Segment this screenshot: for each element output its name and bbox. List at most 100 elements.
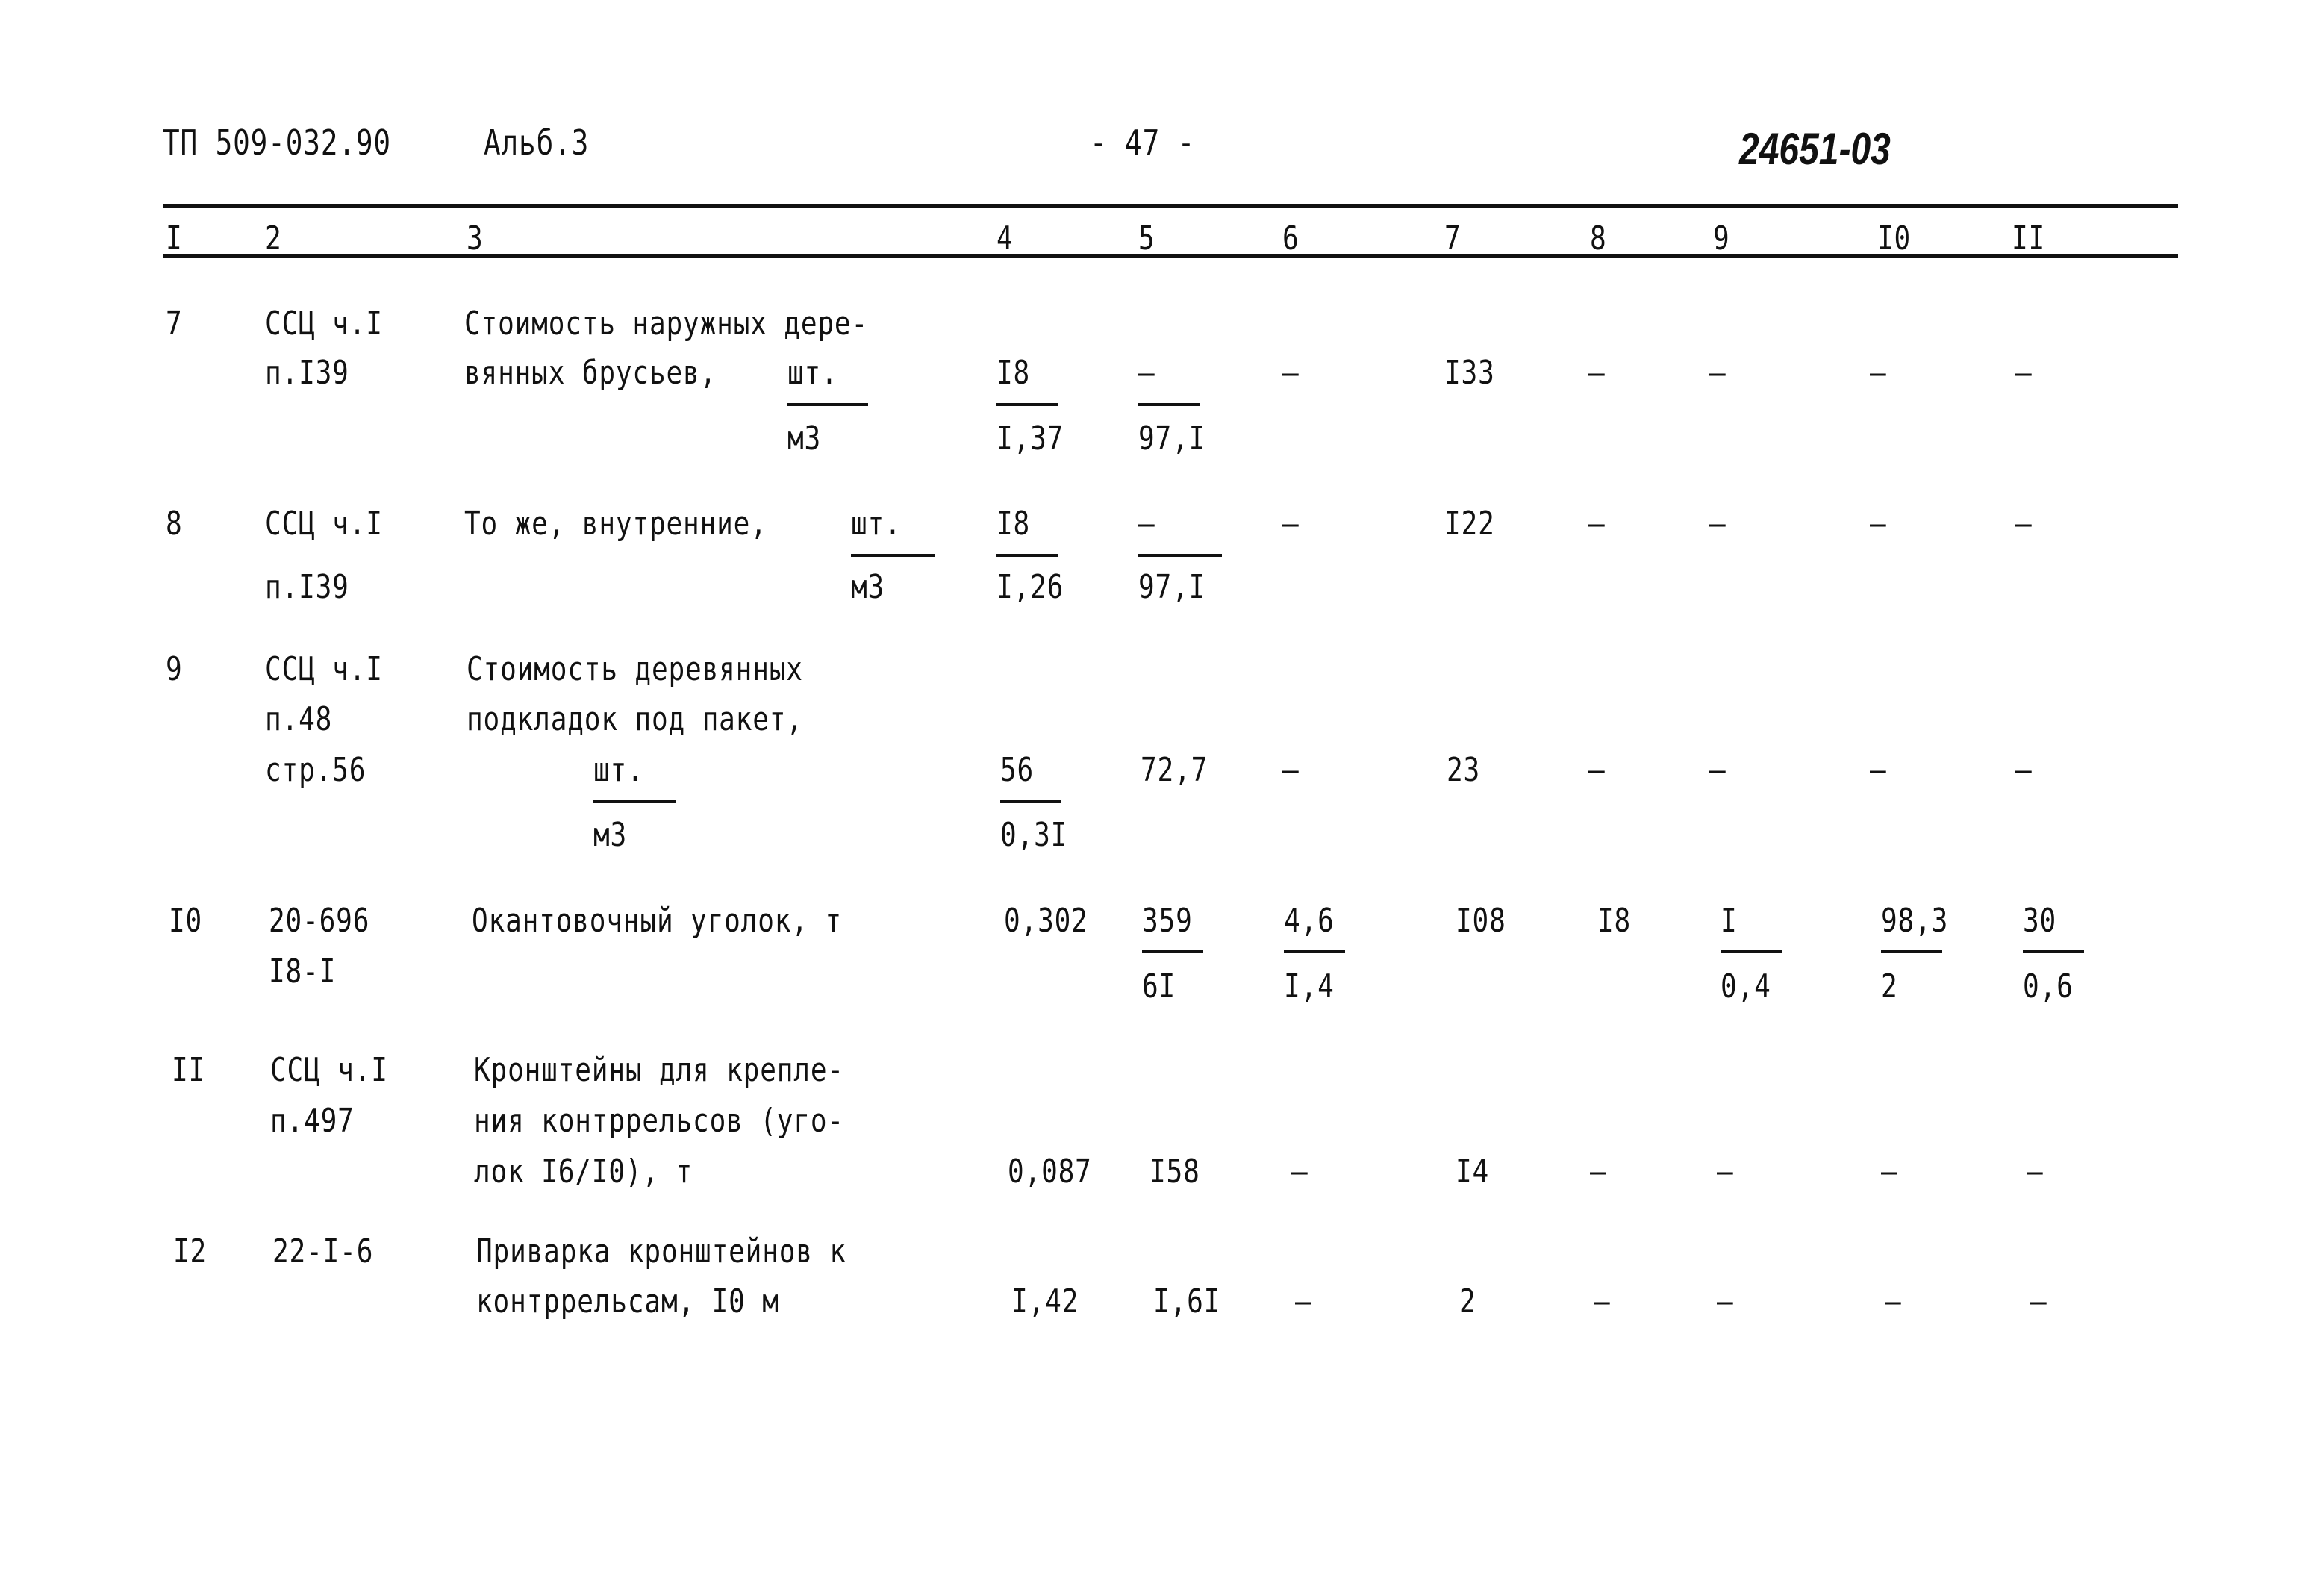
cell-c8: – (1588, 354, 1606, 392)
description: Окантовочный уголок, т (472, 902, 842, 940)
cell-c6: – (1282, 354, 1300, 392)
column-header: 6 (1282, 219, 1300, 258)
reference: стр.56 (265, 751, 366, 789)
price-denominator: 97,I (1138, 568, 1206, 606)
price-denominator: 97,I (1138, 420, 1206, 458)
column-header: 3 (467, 219, 484, 258)
row-number: 7 (166, 305, 183, 343)
row-number: I0 (169, 902, 203, 940)
column-header: 4 (996, 219, 1014, 258)
quantity-denominator: I,26 (996, 568, 1064, 606)
description: То же, внутренние, (464, 505, 767, 543)
column-header: 5 (1138, 219, 1155, 258)
cell-c9: – (1709, 354, 1726, 392)
c6-denominator: I,4 (1284, 967, 1335, 1006)
cell-c10: – (1870, 505, 1887, 543)
price-numerator: – (1138, 505, 1155, 543)
cell-c7: I22 (1444, 505, 1495, 543)
description: Стоимость деревянных (467, 650, 803, 688)
cell-c8: – (1588, 505, 1606, 543)
description: лок I6/I0), т (474, 1153, 693, 1191)
reference: ССЦ ч.I (265, 505, 383, 543)
cell-c5: 72,7 (1141, 751, 1208, 789)
reference: п.I39 (265, 354, 349, 392)
document-code: ТП 509-032.90 (163, 122, 391, 163)
fraction-bar (1881, 950, 1942, 953)
c10-denominator: 2 (1881, 967, 1898, 1006)
column-header: 2 (265, 219, 282, 258)
unit-numerator: шт. (593, 751, 644, 789)
cell-c10: – (1885, 1282, 1902, 1321)
fraction-bar (1000, 800, 1061, 803)
cell-c7: I33 (1444, 354, 1495, 392)
fraction-bar (787, 403, 868, 406)
cell-c10: – (1870, 354, 1887, 392)
quantity-numerator: I8 (996, 505, 1031, 543)
fraction-bar (1138, 554, 1222, 557)
cell-c8: – (1590, 1153, 1607, 1191)
cell-c9: – (1717, 1282, 1734, 1321)
fraction-bar (1142, 950, 1203, 953)
reference: 22-I-6 (272, 1232, 374, 1271)
reference: ССЦ ч.I (270, 1051, 388, 1089)
cell-c11: – (2015, 354, 2033, 392)
cell-c11: – (2027, 1153, 2044, 1191)
row-number: 9 (166, 650, 183, 688)
fraction-bar (2023, 950, 2084, 953)
fraction-bar (1284, 950, 1345, 953)
cell-c5: I,6I (1153, 1282, 1221, 1321)
reference: ССЦ ч.I (265, 305, 383, 343)
c11-denominator: 0,6 (2023, 967, 2074, 1006)
price-numerator: 359 (1142, 902, 1193, 940)
description: вянных брусьев, (464, 354, 717, 392)
c9-numerator: I (1721, 902, 1738, 940)
quantity-numerator: I8 (996, 354, 1031, 392)
fraction-bar (996, 554, 1058, 557)
row-number: II (172, 1051, 206, 1089)
unit-denominator: м3 (593, 816, 628, 854)
row-number: I2 (173, 1232, 208, 1271)
column-header: I (166, 219, 183, 258)
c11-numerator: 30 (2023, 902, 2057, 940)
c6-numerator: 4,6 (1284, 902, 1335, 940)
description: Стоимость наружных дере- (464, 305, 869, 343)
cell-c4: I,42 (1011, 1282, 1079, 1321)
cell-c5: I58 (1150, 1153, 1200, 1191)
cell-c6: – (1295, 1282, 1312, 1321)
reference: п.48 (265, 700, 333, 738)
cell-c7: 23 (1447, 751, 1481, 789)
description: Приварка кронштейнов к (476, 1232, 846, 1271)
description: контррельсам, I0 м (476, 1282, 779, 1321)
cell-c8: – (1594, 1282, 1611, 1321)
fraction-bar (851, 554, 935, 557)
cell-c6: – (1291, 1153, 1308, 1191)
column-header: II (2012, 219, 2046, 258)
cell-c9: – (1709, 505, 1726, 543)
fraction-bar (996, 403, 1058, 406)
reference: ССЦ ч.I (265, 650, 383, 688)
cell-c10: – (1881, 1153, 1898, 1191)
price-denominator: 6I (1142, 967, 1176, 1006)
fraction-bar (1721, 950, 1782, 953)
description: ния контррельсов (уго- (474, 1102, 844, 1140)
unit-numerator: шт. (787, 354, 838, 392)
cell-c8: I8 (1597, 902, 1632, 940)
cell-c11: – (2015, 505, 2033, 543)
cell-c11: – (2030, 1282, 2047, 1321)
reference: I8-I (269, 953, 337, 991)
cell-c7: 2 (1459, 1282, 1476, 1321)
c10-numerator: 98,3 (1881, 902, 1949, 940)
cell-c9: – (1717, 1153, 1734, 1191)
quantity-denominator: 0,3I (1000, 816, 1068, 854)
cell-c10: – (1870, 751, 1887, 789)
fraction-bar (1138, 403, 1200, 406)
reference: п.497 (270, 1102, 355, 1140)
reference: 20-696 (269, 902, 370, 940)
cell-c7: I08 (1456, 902, 1506, 940)
quantity-denominator: I,37 (996, 420, 1064, 458)
quantity-numerator: 56 (1000, 751, 1035, 789)
column-header: 9 (1713, 219, 1730, 258)
unit-denominator: м3 (787, 420, 822, 458)
page-number: - 47 - (1090, 122, 1196, 163)
column-header: 7 (1444, 219, 1462, 258)
